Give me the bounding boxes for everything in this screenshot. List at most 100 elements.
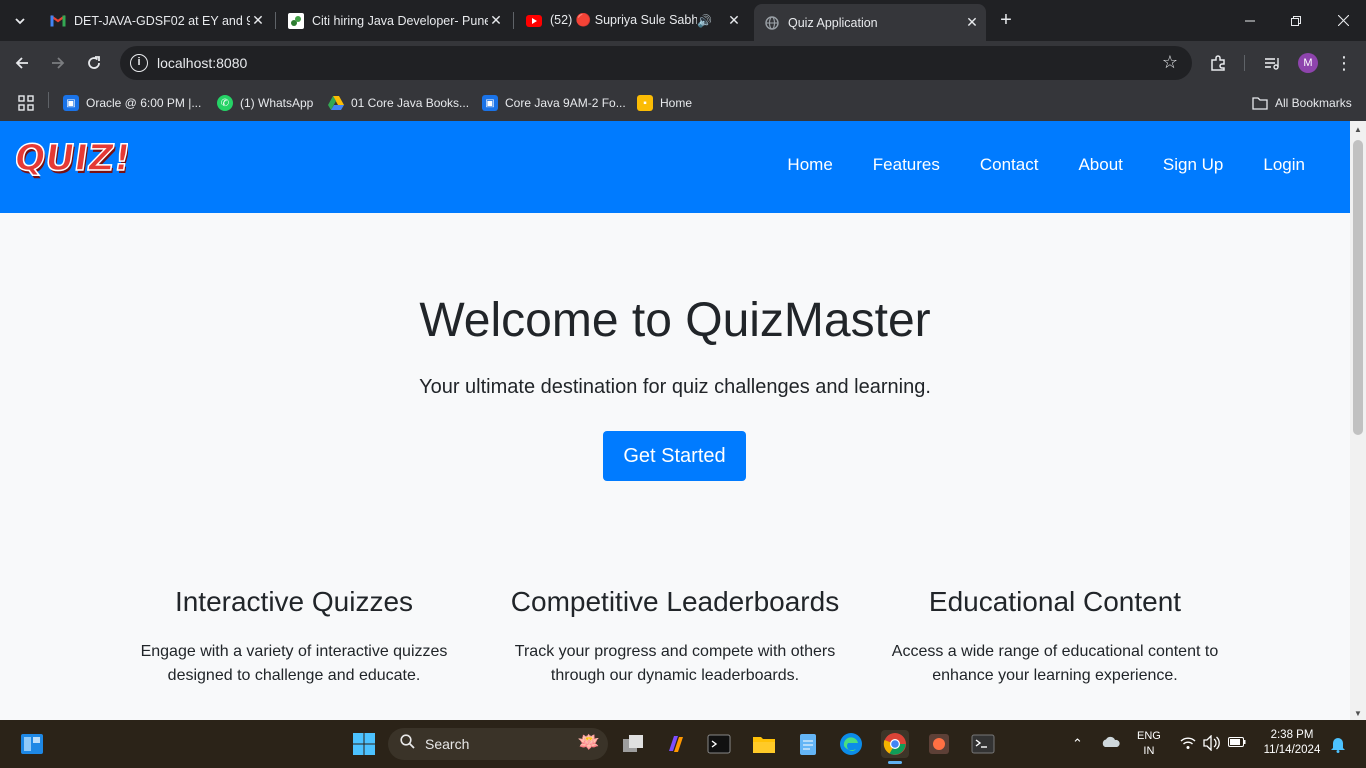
region-label: IN — [1143, 745, 1155, 757]
url-text[interactable]: localhost:8080 — [157, 55, 247, 71]
file-explorer-icon[interactable] — [750, 730, 778, 758]
command-prompt-icon[interactable] — [969, 730, 997, 758]
site-info-icon[interactable]: i — [130, 54, 148, 72]
tab-quiz-application[interactable]: Quiz Application ✕ — [754, 4, 986, 41]
task-view-icon[interactable] — [619, 730, 647, 758]
nav-login[interactable]: Login — [1263, 155, 1305, 175]
browser-toolbar: i localhost:8080 ☆ M ⋮ — [0, 41, 1366, 85]
search-icon — [400, 734, 415, 753]
notification-bell-icon[interactable] — [1330, 735, 1346, 756]
clock-date: 11/14/2024 — [1263, 744, 1321, 756]
minimize-button[interactable] — [1227, 0, 1273, 41]
tab-gmail[interactable]: DET-JAVA-GDSF02 at EY and 9 ✕ — [40, 6, 272, 35]
feature-card: Interactive Quizzes Engage with a variet… — [114, 586, 474, 688]
folder-icon — [1252, 95, 1268, 111]
app-icon[interactable] — [925, 730, 953, 758]
minimize-icon — [1245, 20, 1255, 21]
chevron-down-icon — [15, 18, 25, 25]
feature-text: Track your progress and compete with oth… — [514, 643, 836, 684]
bookmark-core-java-9am[interactable]: ▣ Core Java 9AM-2 Fo... — [482, 93, 626, 113]
bookmark-core-java-books[interactable]: 01 Core Java Books... — [328, 93, 469, 113]
main-nav: Home Features Contact About Sign Up Logi… — [747, 155, 1305, 175]
tab-divider — [513, 12, 514, 29]
tab-youtube[interactable]: (52) 🔴 Supriya Sule Sabha 🔊 ✕ — [516, 6, 748, 35]
tab-divider — [275, 12, 276, 29]
reload-icon — [88, 56, 100, 69]
speaker-icon[interactable]: 🔊 — [697, 14, 712, 28]
back-button[interactable] — [8, 49, 36, 77]
tab-title: Quiz Application — [788, 15, 878, 30]
get-started-button[interactable]: Get Started — [603, 431, 746, 481]
calendar-icon: ▣ — [63, 95, 79, 111]
language-indicator[interactable]: ENG IN — [1137, 730, 1161, 757]
page-scrollbar[interactable]: ▲ ▼ — [1350, 121, 1366, 720]
drive-icon — [328, 95, 344, 111]
nav-sign-up[interactable]: Sign Up — [1163, 155, 1223, 175]
hero-title: Welcome to QuizMaster — [419, 294, 931, 347]
close-icon[interactable]: ✕ — [488, 12, 504, 29]
bookmark-star-icon[interactable]: ☆ — [1162, 52, 1178, 73]
battery-icon[interactable] — [1228, 737, 1246, 750]
bookmarks-bar: ▣ Oracle @ 6:00 PM |... ✆ (1) WhatsApp 0… — [0, 85, 1366, 121]
close-window-button[interactable] — [1320, 0, 1366, 41]
feature-title: Educational Content — [928, 586, 1182, 617]
extensions-icon[interactable] — [1206, 51, 1230, 75]
close-icon[interactable]: ✕ — [726, 12, 742, 29]
terminal-icon[interactable] — [705, 730, 733, 758]
edge-icon[interactable] — [837, 730, 865, 758]
feature-card: Educational Content Access a wide range … — [875, 586, 1235, 688]
tab-search-button[interactable] — [6, 7, 34, 35]
calendar-icon: ▣ — [482, 95, 498, 111]
chrome-icon[interactable] — [881, 730, 909, 758]
reload-button[interactable] — [80, 49, 108, 77]
wifi-icon[interactable] — [1180, 736, 1196, 753]
new-tab-button[interactable]: + — [994, 9, 1018, 33]
youtube-icon — [526, 13, 542, 29]
all-bookmarks[interactable]: All Bookmarks — [1252, 93, 1352, 113]
widgets-icon[interactable] — [18, 730, 46, 758]
bookmark-home[interactable]: ▪ Home — [637, 93, 692, 113]
close-icon[interactable]: ✕ — [964, 14, 980, 31]
taskbar-search[interactable]: Search 🪷 — [388, 728, 608, 760]
active-app-indicator — [888, 761, 902, 764]
volume-icon[interactable] — [1203, 734, 1221, 754]
feature-text: Engage with a variety of interactive qui… — [140, 643, 448, 684]
profile-avatar[interactable]: M — [1298, 53, 1318, 73]
restore-button[interactable] — [1273, 0, 1319, 41]
close-icon[interactable]: ✕ — [250, 12, 266, 29]
scroll-thumb[interactable] — [1353, 140, 1363, 435]
system-clock[interactable]: 2:38 PM 11/14/2024 — [1260, 729, 1324, 756]
clock-time: 2:38 PM — [1270, 729, 1314, 741]
address-bar[interactable]: i localhost:8080 ☆ — [120, 46, 1192, 80]
bookmark-oracle[interactable]: ▣ Oracle @ 6:00 PM |... — [63, 93, 201, 113]
page-viewport: QUIZ! QUIZ! Home Features Contact About … — [0, 121, 1350, 720]
feature-text: Access a wide range of educational conte… — [891, 643, 1219, 684]
nav-features[interactable]: Features — [873, 155, 940, 175]
gmail-icon — [50, 13, 66, 29]
feature-title: Interactive Quizzes — [174, 586, 414, 617]
bookmark-label: All Bookmarks — [1275, 96, 1352, 110]
media-control-icon[interactable] — [1260, 51, 1284, 75]
nav-about[interactable]: About — [1078, 155, 1122, 175]
nav-home[interactable]: Home — [787, 155, 832, 175]
start-icon[interactable] — [350, 730, 378, 758]
scroll-up-icon[interactable]: ▲ — [1354, 125, 1362, 134]
onedrive-icon[interactable] — [1101, 735, 1121, 754]
tab-citi[interactable]: Citi hiring Java Developer- Pune ✕ — [278, 6, 510, 35]
nav-contact[interactable]: Contact — [980, 155, 1039, 175]
scroll-down-icon[interactable]: ▼ — [1354, 709, 1362, 718]
toolbar-divider — [1244, 55, 1245, 71]
bookmark-whatsapp[interactable]: ✆ (1) WhatsApp — [217, 93, 313, 113]
more-menu-icon[interactable]: ⋮ — [1332, 51, 1356, 75]
forward-button[interactable] — [44, 49, 72, 77]
search-label: Search — [425, 736, 470, 752]
quiz-logo[interactable]: QUIZ! QUIZ! — [11, 135, 135, 182]
copilot-icon[interactable] — [662, 730, 690, 758]
tab-title: DET-JAVA-GDSF02 at EY and 9 — [74, 13, 250, 28]
notepad-icon[interactable] — [794, 730, 822, 758]
bookmark-label: (1) WhatsApp — [240, 96, 314, 110]
apps-grid-icon[interactable] — [18, 93, 34, 113]
close-icon — [1337, 15, 1349, 26]
lotus-icon: 🪷 — [577, 732, 600, 752]
tray-overflow-icon[interactable]: ⌃ — [1072, 736, 1083, 752]
